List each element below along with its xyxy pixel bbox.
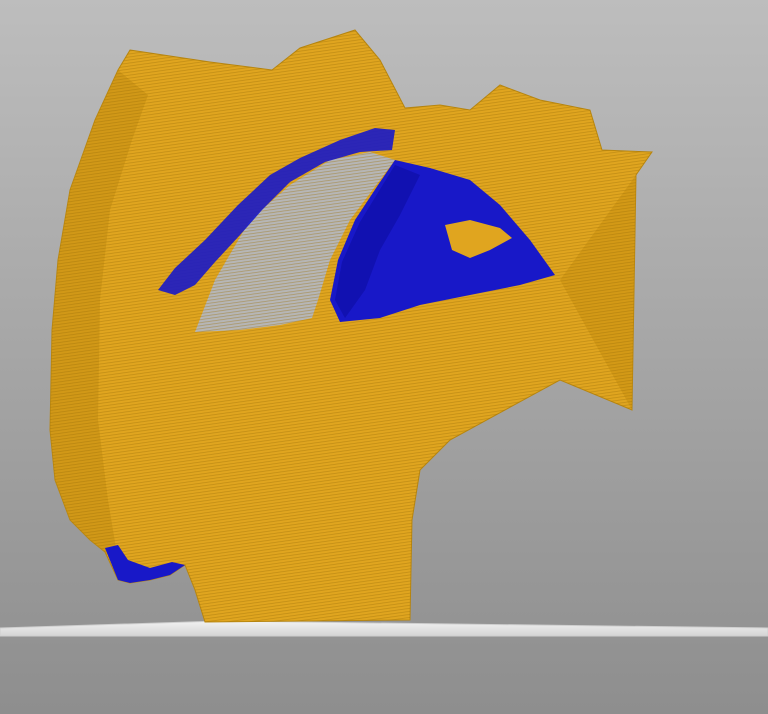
3d-viewport[interactable] [0,0,768,714]
build-plate [0,620,768,637]
model-scene[interactable] [0,0,768,714]
layer-lines-texture [50,30,652,622]
printed-model[interactable] [49,29,653,623]
